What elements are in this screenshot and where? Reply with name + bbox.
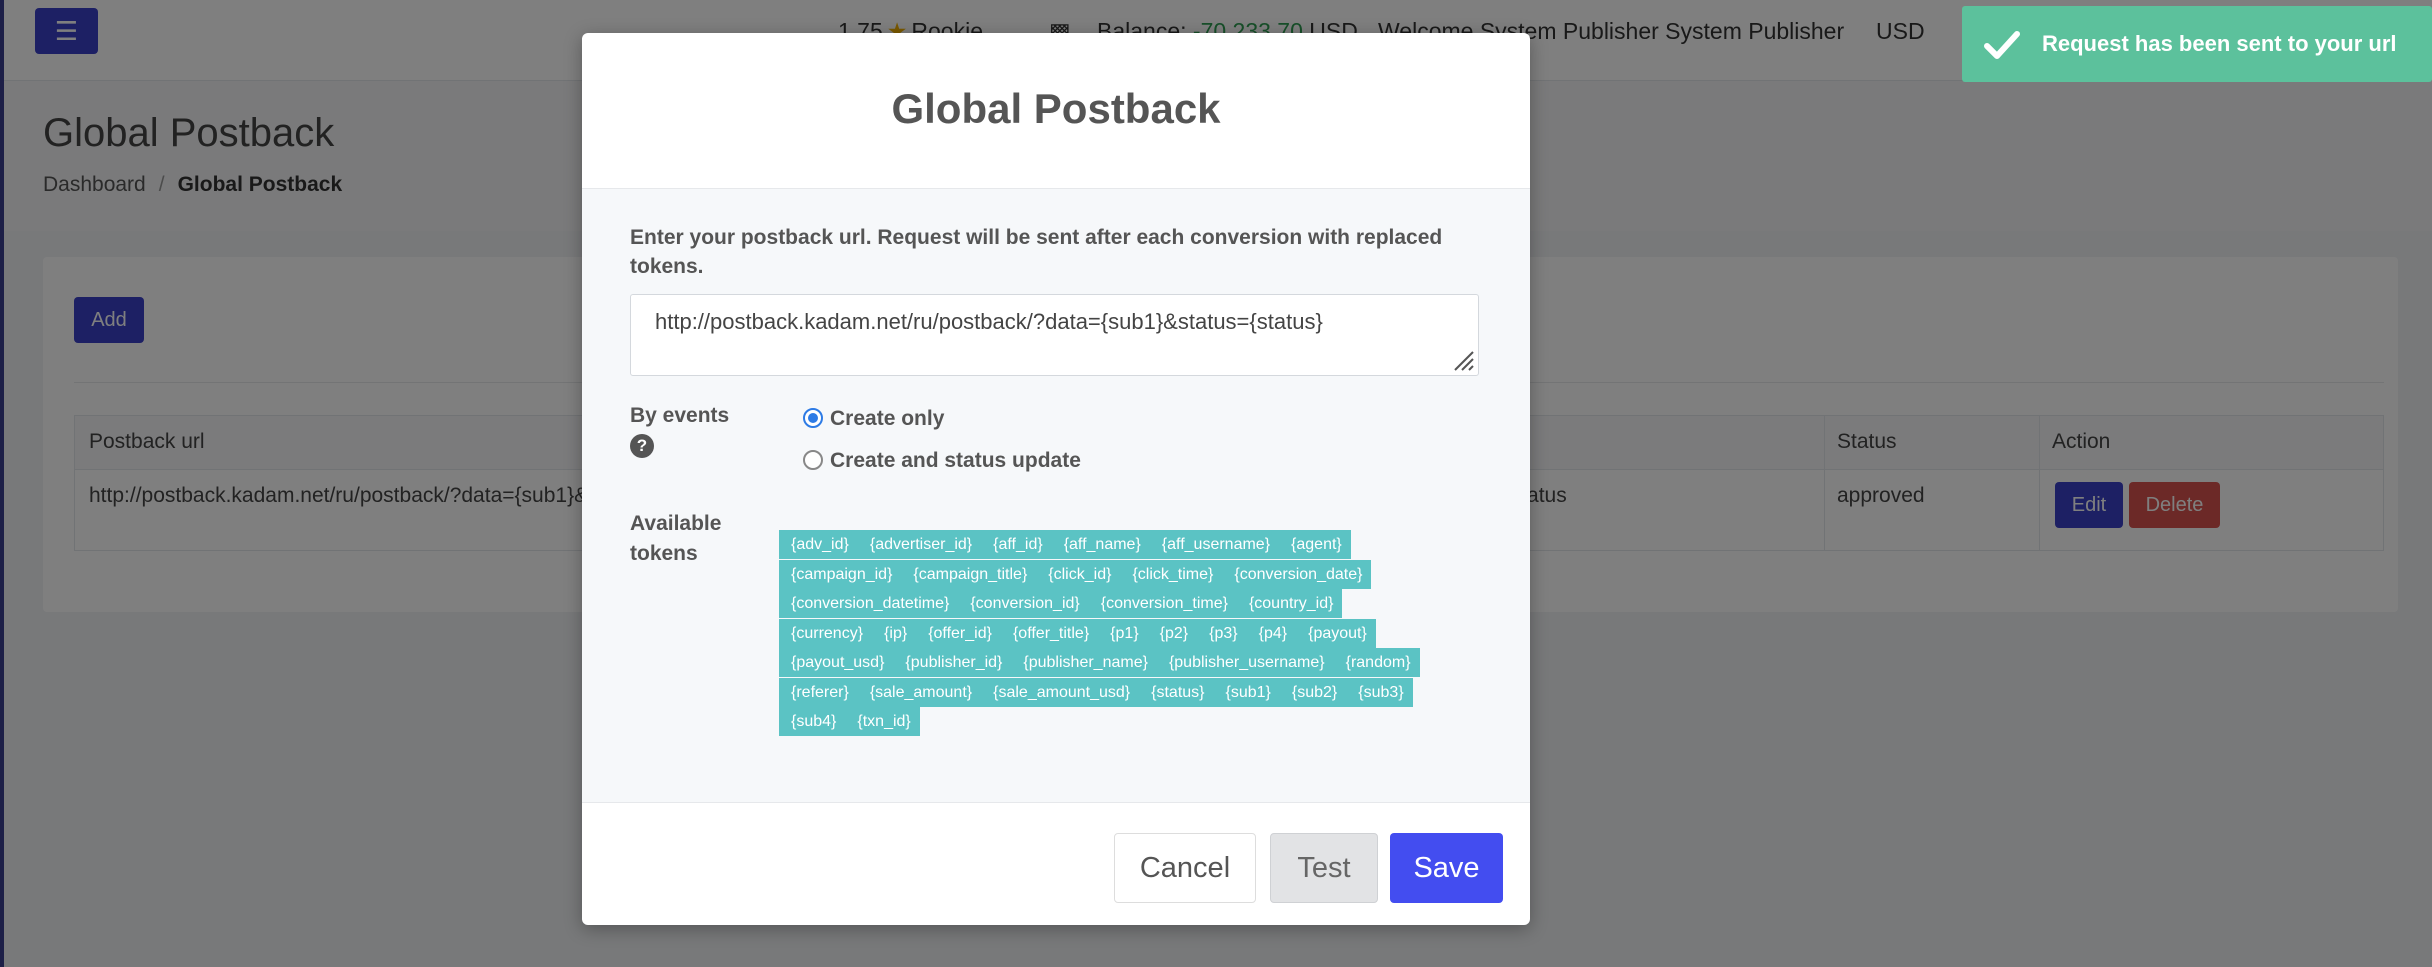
token-chip[interactable]: {conversion_datetime}	[779, 589, 959, 618]
token-chip[interactable]: {aff_id}	[981, 530, 1052, 559]
token-chip[interactable]: {sub3}	[1346, 677, 1413, 707]
token-line: {conversion_datetime} {conversion_id} {con…	[779, 589, 1479, 619]
token-chip[interactable]: {currency}	[779, 618, 873, 648]
token-chip[interactable]: {payout}	[1296, 618, 1376, 648]
token-chip[interactable]: {ip}	[872, 618, 917, 648]
token-chip[interactable]: {payout_usd}	[779, 648, 894, 677]
token-chip[interactable]: {sale_amount}	[857, 677, 982, 707]
tokens-label: Available tokens	[630, 512, 722, 565]
token-chip[interactable]: {click_time}	[1120, 559, 1223, 589]
token-chip[interactable]: {aff_name}	[1051, 530, 1150, 559]
toast-message: Request has been sent to your url	[2042, 31, 2397, 56]
global-postback-modal: Global Postback Enter your postback url.…	[582, 33, 1530, 925]
token-chip[interactable]: {offer_id}	[916, 618, 1001, 648]
test-button[interactable]: Test	[1270, 833, 1378, 903]
radio-button-checked[interactable]	[803, 408, 823, 428]
token-chip[interactable]: {adv_id}	[779, 530, 858, 559]
token-chip[interactable]: {campaign_title}	[901, 559, 1037, 589]
token-line: {currency} {ip} {offer_id} {offer_title} {p1…	[779, 618, 1479, 649]
token-chip[interactable]: {conversion_date}	[1222, 559, 1372, 589]
token-chip[interactable]: {agent}	[1279, 530, 1351, 559]
radio-button[interactable]	[803, 450, 823, 470]
token-chip[interactable]: {conversion_time}	[1088, 589, 1237, 618]
modal-body: Enter your postback url. Request will be…	[582, 189, 1530, 803]
resize-handle-icon[interactable]	[1452, 349, 1474, 371]
token-chip[interactable]: {publisher_name}	[1011, 648, 1157, 677]
radio-create-and-status-update[interactable]: Create and status update	[803, 449, 1081, 473]
token-chip[interactable]: {country_id}	[1236, 589, 1343, 618]
check-icon	[1984, 31, 2020, 59]
token-chip[interactable]: {referer}	[779, 677, 858, 707]
token-chip[interactable]: {sale_amount_usd}	[981, 677, 1140, 707]
token-line: {sub4} {txn_id}	[779, 707, 1479, 737]
token-chip[interactable]: {sub2}	[1279, 677, 1347, 707]
token-chip[interactable]: {p4}	[1246, 618, 1297, 648]
question-circle-icon[interactable]: ?	[630, 434, 654, 458]
token-line: {referer} {sale_amount} {sale_amount_usd}{…	[779, 677, 1479, 708]
token-chip[interactable]: {sub4}	[779, 707, 846, 736]
token-line: {payout_usd} {publisher_id} {publisher_nam…	[779, 648, 1479, 678]
modal-footer: Cancel Test Save	[582, 803, 1530, 925]
token-chip[interactable]: {p3}	[1197, 618, 1247, 648]
token-chip[interactable]: {publisher_id}	[893, 648, 1012, 677]
token-chip[interactable]: {offer_title}	[1000, 618, 1099, 648]
cancel-button[interactable]: Cancel	[1114, 833, 1256, 903]
radio-create-only[interactable]: Create only	[803, 407, 944, 431]
token-line: {adv_id} {advertiser_id} {aff_id} {aff_name…	[779, 530, 1479, 560]
token-chip[interactable]: {p1}	[1098, 618, 1148, 648]
token-chip[interactable]: {conversion_id}	[958, 589, 1089, 618]
radio-label: Create only	[830, 407, 945, 430]
modal-header: Global Postback	[582, 33, 1530, 189]
token-chip[interactable]: {click_id}	[1036, 559, 1121, 589]
token-chip[interactable]: {status}	[1139, 677, 1214, 707]
postback-url-input[interactable]: http://postback.kadam.net/ru/postback/?d…	[630, 294, 1479, 376]
token-chip[interactable]: {aff_username}	[1149, 530, 1280, 559]
token-chip[interactable]: {p2}	[1147, 618, 1198, 648]
token-line: {campaign_id} {campaign_title} {click_id}{…	[779, 559, 1479, 590]
save-button[interactable]: Save	[1390, 833, 1503, 903]
token-chip[interactable]: {txn_id}	[845, 707, 920, 736]
token-chip[interactable]: {campaign_id}	[779, 559, 902, 589]
radio-label: Create and status update	[830, 449, 1081, 472]
events-label: By events	[630, 404, 730, 427]
postback-url-value: http://postback.kadam.net/ru/postback/?d…	[655, 309, 1323, 334]
postback-instructions: Enter your postback url. Request will be…	[630, 226, 1443, 278]
success-toast[interactable]: Request has been sent to your url	[1962, 6, 2432, 82]
token-list: {adv_id} {advertiser_id} {aff_id} {aff_name…	[779, 530, 1479, 737]
token-chip[interactable]: {random}	[1333, 648, 1420, 677]
modal-title: Global Postback	[891, 85, 1221, 132]
token-chip[interactable]: {advertiser_id}	[857, 530, 982, 559]
token-chip[interactable]: {sub1}	[1213, 677, 1280, 707]
token-chip[interactable]: {publisher_username}	[1156, 648, 1334, 677]
